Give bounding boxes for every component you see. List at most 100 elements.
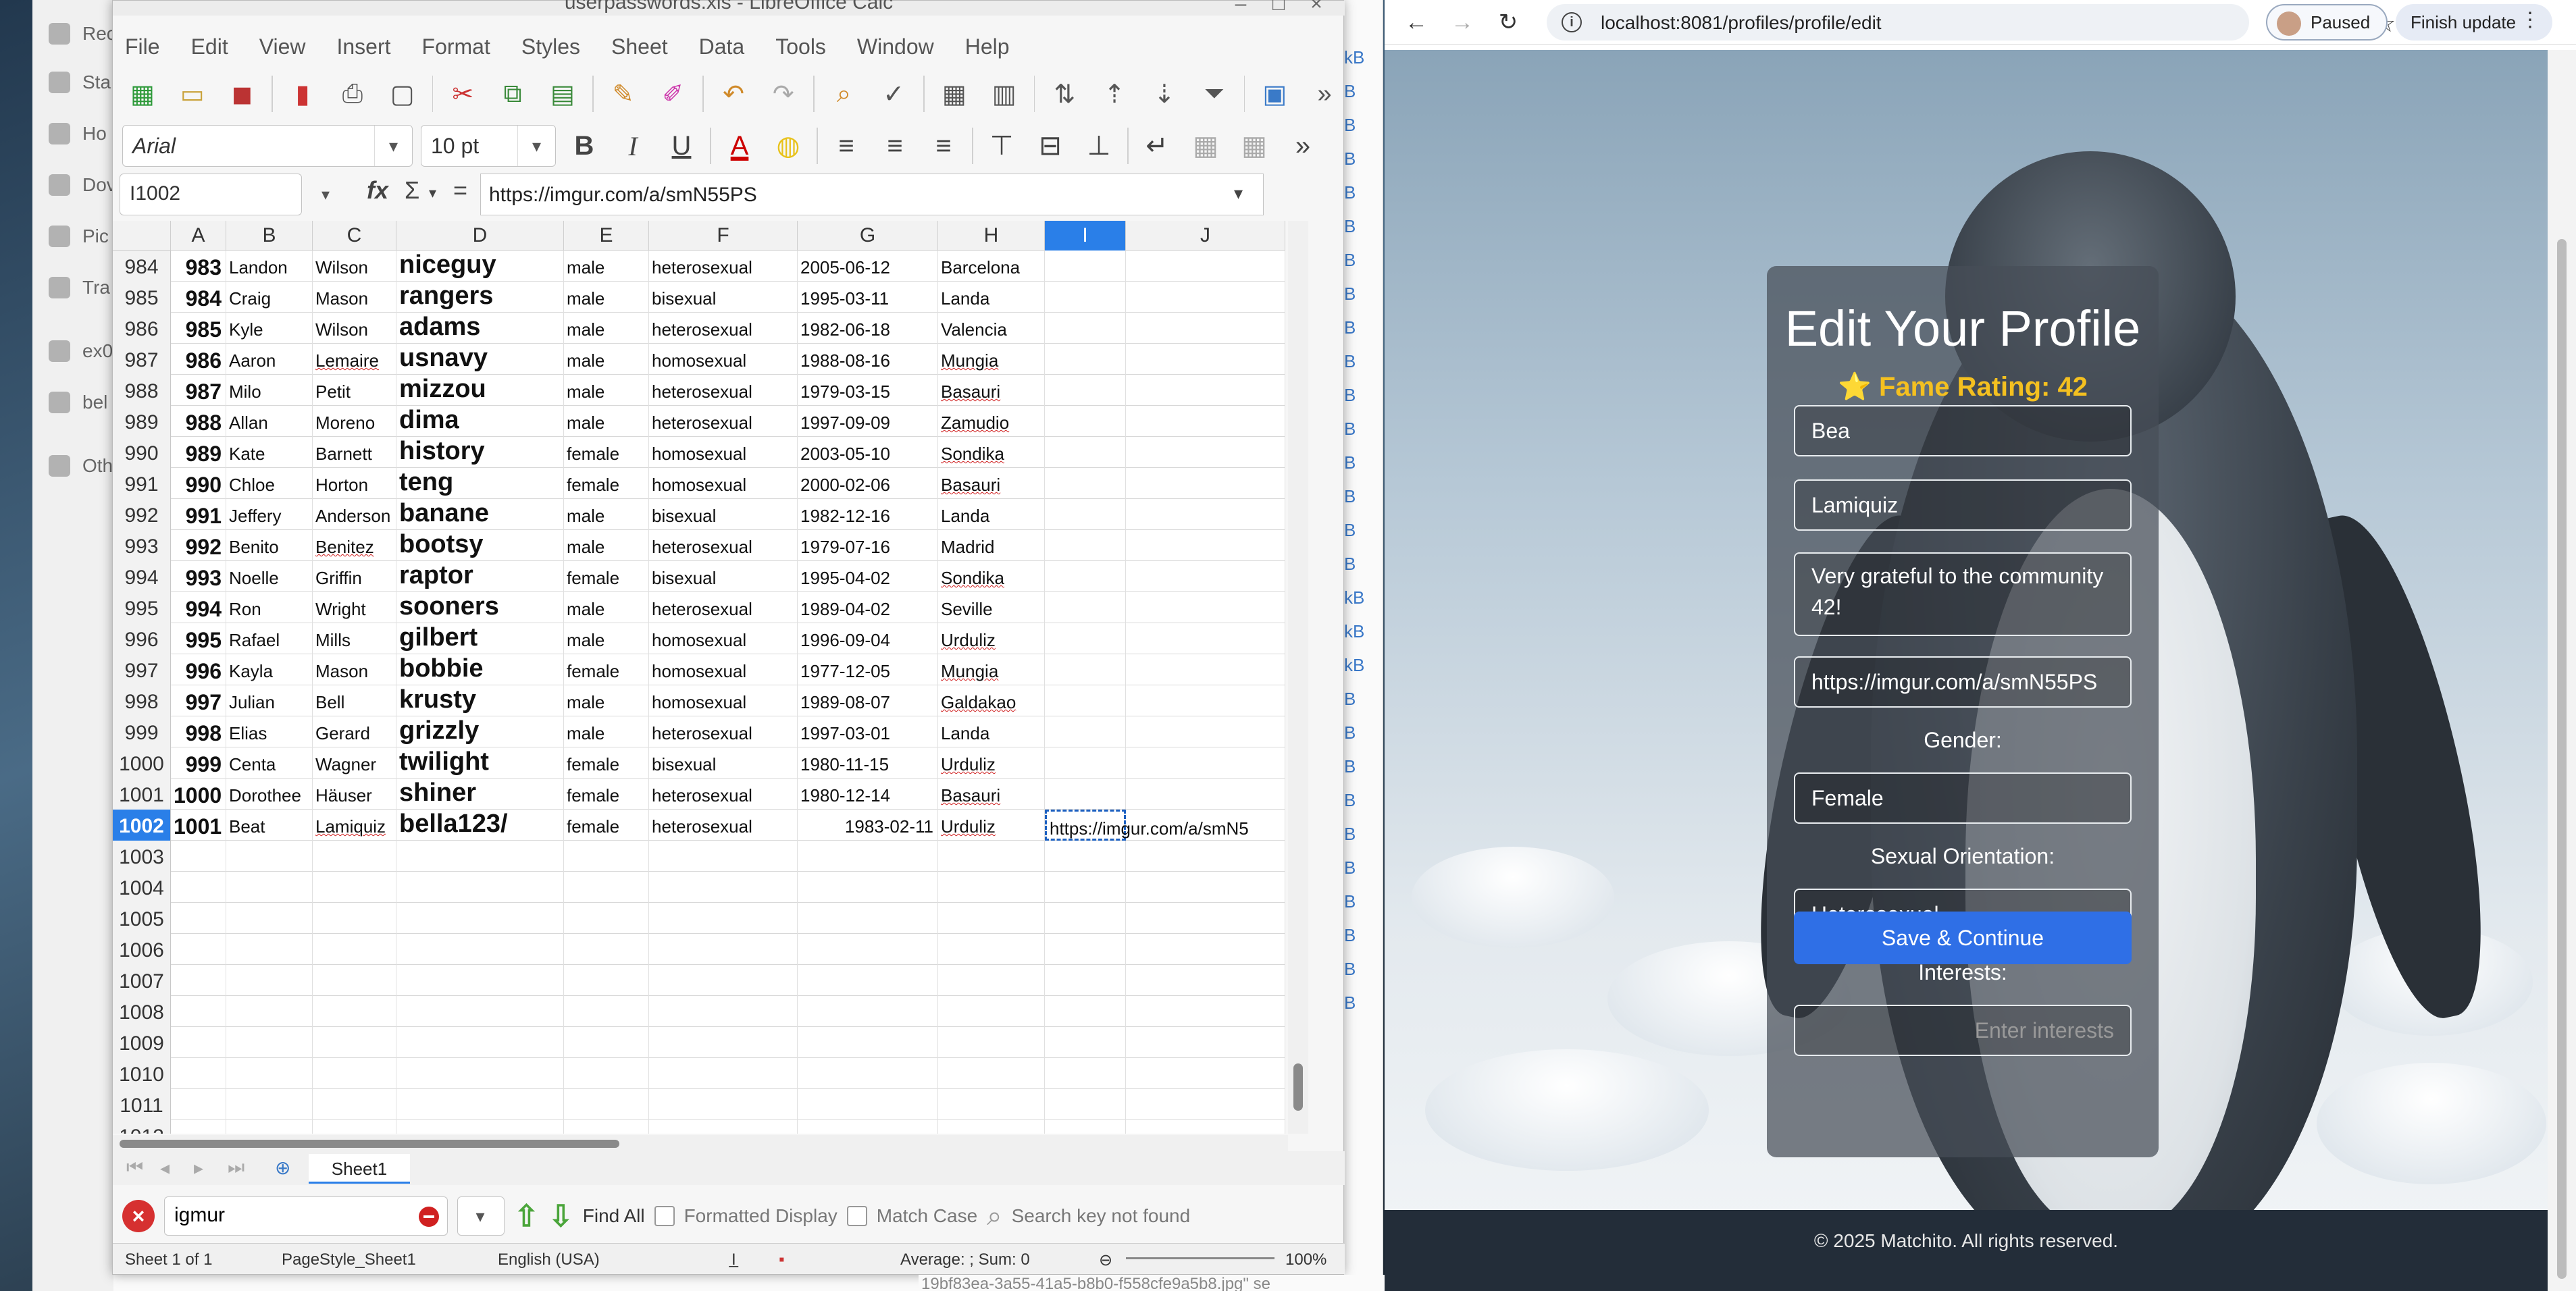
table-row[interactable]: 1012 bbox=[113, 1120, 1285, 1134]
row-header[interactable]: 986 bbox=[113, 313, 171, 344]
cell-g[interactable]: 1996-09-04 bbox=[798, 623, 938, 654]
column-header-f[interactable]: F bbox=[649, 221, 798, 251]
cell-g[interactable]: 1982-06-18 bbox=[798, 313, 938, 344]
cell-j[interactable] bbox=[1126, 561, 1285, 592]
empty-cell[interactable] bbox=[396, 965, 564, 996]
cell-f[interactable]: heterosexual bbox=[649, 251, 798, 282]
table-row[interactable]: 998 997 Julian Bell krusty male homosexual 1989… bbox=[113, 685, 1285, 716]
empty-cell[interactable] bbox=[396, 1089, 564, 1120]
cell-e[interactable]: male bbox=[564, 282, 649, 313]
redo-icon[interactable]: ↷ bbox=[763, 72, 804, 115]
cell-h[interactable]: Galdakao bbox=[938, 685, 1045, 716]
empty-cell[interactable] bbox=[226, 872, 313, 903]
cell-f[interactable]: heterosexual bbox=[649, 313, 798, 344]
empty-cell[interactable] bbox=[938, 1058, 1045, 1089]
row-header[interactable]: 988 bbox=[113, 375, 171, 406]
empty-cell[interactable] bbox=[649, 1058, 798, 1089]
cell-d[interactable]: twilight bbox=[396, 747, 564, 779]
column-header-g[interactable]: G bbox=[798, 221, 938, 251]
cell-e[interactable]: male bbox=[564, 716, 649, 747]
cell-j[interactable] bbox=[1126, 375, 1285, 406]
row-header[interactable]: 997 bbox=[113, 654, 171, 685]
table-row[interactable]: 996 995 Rafael Mills gilbert male homosexual 19… bbox=[113, 623, 1285, 654]
cell-a[interactable]: 987 bbox=[171, 375, 226, 406]
empty-cell[interactable] bbox=[649, 903, 798, 934]
cell-i[interactable]: https://imgur.com/a/smN5 bbox=[1045, 810, 1249, 841]
empty-cell[interactable] bbox=[649, 872, 798, 903]
cell-e[interactable]: male bbox=[564, 592, 649, 623]
name-box[interactable]: I1002 bbox=[120, 174, 302, 215]
empty-cell[interactable] bbox=[798, 965, 938, 996]
cell-i[interactable] bbox=[1045, 313, 1126, 344]
cell-d[interactable]: adams bbox=[396, 313, 564, 344]
empty-cell[interactable] bbox=[1045, 965, 1126, 996]
cell-h[interactable]: Urduliz bbox=[938, 623, 1045, 654]
cell-c[interactable]: Benitez bbox=[313, 530, 396, 561]
column-header-e[interactable]: E bbox=[564, 221, 649, 251]
profile-paused-button[interactable]: Paused bbox=[2266, 4, 2388, 41]
status-language[interactable]: English (USA) bbox=[498, 1250, 600, 1269]
minimize-icon[interactable]: – bbox=[1227, 0, 1254, 16]
empty-cell[interactable] bbox=[938, 965, 1045, 996]
empty-cell[interactable] bbox=[649, 841, 798, 872]
cell-g[interactable]: 1980-12-14 bbox=[798, 779, 938, 810]
cell-e[interactable]: male bbox=[564, 499, 649, 530]
cell-b[interactable]: Elias bbox=[226, 716, 313, 747]
cut-icon[interactable]: ✂ bbox=[442, 72, 483, 115]
sum-icon[interactable]: Σ bbox=[405, 176, 419, 205]
empty-cell[interactable] bbox=[798, 872, 938, 903]
cell-b[interactable]: Benito bbox=[226, 530, 313, 561]
cell-h[interactable]: Madrid bbox=[938, 530, 1045, 561]
cell-b[interactable]: Landon bbox=[226, 251, 313, 282]
address-bar[interactable]: i localhost:8081/profiles/profile/edit ☆ bbox=[1547, 4, 2396, 41]
empty-cell[interactable] bbox=[1126, 841, 1285, 872]
empty-cell[interactable] bbox=[313, 841, 396, 872]
row-header[interactable]: 1012 bbox=[113, 1120, 171, 1134]
empty-cell[interactable] bbox=[396, 1120, 564, 1134]
empty-cell[interactable] bbox=[171, 934, 226, 965]
cell-h[interactable]: Mungia bbox=[938, 654, 1045, 685]
cell-h[interactable]: Seville bbox=[938, 592, 1045, 623]
cell-h[interactable]: Landa bbox=[938, 716, 1045, 747]
underline-icon[interactable]: U bbox=[661, 125, 702, 167]
print-preview-icon[interactable]: ▢ bbox=[382, 72, 423, 115]
cell-j[interactable] bbox=[1126, 437, 1285, 468]
cell-e[interactable]: female bbox=[564, 779, 649, 810]
cell-f[interactable]: homosexual bbox=[649, 654, 798, 685]
table-row[interactable]: 997 996 Kayla Mason bobbie female homosexual 19… bbox=[113, 654, 1285, 685]
scrollbar-thumb[interactable] bbox=[120, 1140, 619, 1148]
copy-icon[interactable]: ⧉ bbox=[492, 72, 533, 115]
cell-h[interactable]: Sondika bbox=[938, 561, 1045, 592]
menu-item-file[interactable]: File bbox=[125, 34, 160, 59]
empty-cell[interactable] bbox=[226, 1120, 313, 1134]
column-header-c[interactable]: C bbox=[313, 221, 396, 251]
cell-b[interactable]: Beat bbox=[226, 810, 313, 841]
cell-d[interactable]: sooners bbox=[396, 592, 564, 623]
cell-h[interactable]: Valencia bbox=[938, 313, 1045, 344]
row-icon[interactable]: ▦ bbox=[934, 72, 975, 115]
cell-f[interactable]: heterosexual bbox=[649, 592, 798, 623]
empty-cell[interactable] bbox=[396, 1058, 564, 1089]
empty-cell[interactable] bbox=[171, 1120, 226, 1134]
find-replace-icon[interactable]: ⌕ bbox=[987, 1201, 1002, 1232]
cell-g[interactable]: 1997-03-01 bbox=[798, 716, 938, 747]
cell-i[interactable] bbox=[1045, 344, 1126, 375]
menu-item-tools[interactable]: Tools bbox=[775, 34, 826, 59]
empty-cell[interactable] bbox=[171, 1058, 226, 1089]
align-bottom-icon[interactable]: ⊥ bbox=[1079, 125, 1119, 167]
reload-icon[interactable]: ↻ bbox=[1493, 7, 1524, 38]
row-header[interactable]: 987 bbox=[113, 344, 171, 375]
unmerge-cells-icon[interactable]: ▦ bbox=[1234, 125, 1274, 167]
table-row[interactable]: 992 991 Jeffery Anderson banane male bisexual 1… bbox=[113, 499, 1285, 530]
cell-d[interactable]: usnavy bbox=[396, 344, 564, 375]
empty-cell[interactable] bbox=[938, 1089, 1045, 1120]
cell-c[interactable]: Bell bbox=[313, 685, 396, 716]
table-row[interactable]: 1009 bbox=[113, 1027, 1285, 1058]
cell-c[interactable]: Anderson bbox=[313, 499, 396, 530]
cell-c[interactable]: Wagner bbox=[313, 747, 396, 779]
table-row[interactable]: 991 990 Chloe Horton teng female homosexual 200… bbox=[113, 468, 1285, 499]
cell-e[interactable]: male bbox=[564, 530, 649, 561]
empty-cell[interactable] bbox=[313, 1089, 396, 1120]
cell-h[interactable]: Basauri bbox=[938, 468, 1045, 499]
cell-g[interactable]: 2005-06-12 bbox=[798, 251, 938, 282]
